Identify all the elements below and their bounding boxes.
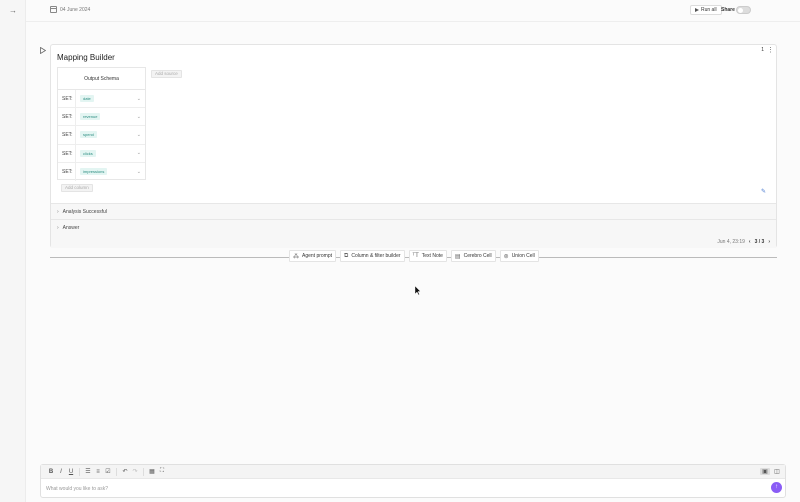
- chevron-right-icon: ›: [57, 208, 59, 215]
- column-filter-builder-button[interactable]: ⧉ Column & filter builder: [340, 250, 405, 262]
- mapping-builder-cell: Mapping Builder 1 ⋮ Output Schema SET: d…: [50, 44, 777, 248]
- set-label: SET:: [58, 162, 76, 181]
- toolbar-divider: [116, 467, 117, 476]
- add-label: Agent prompt: [302, 253, 333, 259]
- union-cell-button[interactable]: ⊚ Union Cell: [499, 250, 539, 262]
- add-label: Union Cell: [511, 253, 535, 259]
- prev-answer-icon[interactable]: ‹: [749, 239, 751, 245]
- undo-icon[interactable]: ↶: [120, 468, 130, 475]
- field-tag: spend: [80, 131, 97, 139]
- edit-pencil-icon[interactable]: ✎: [761, 188, 766, 195]
- field-select[interactable]: clicks ⌄: [76, 149, 145, 157]
- bold-icon[interactable]: B: [46, 469, 56, 475]
- cell-number: 1: [761, 47, 764, 53]
- checklist-icon[interactable]: ☑: [103, 468, 113, 475]
- italic-icon[interactable]: I: [56, 469, 66, 475]
- analysis-section[interactable]: › Analysis Successful: [51, 203, 776, 219]
- run-all-button[interactable]: Run all: [690, 5, 722, 15]
- toolbar-divider: [143, 467, 144, 476]
- set-label: SET:: [58, 108, 76, 126]
- send-button[interactable]: ↑: [771, 482, 782, 493]
- chevron-down-icon: ⌄: [136, 95, 141, 102]
- cerebro-cell-button[interactable]: ▤ Cerebro Cell: [450, 250, 496, 262]
- chat-composer: B I U ☰ ≡ ☑ ↶ ↷ ▦ ⛶ ▣ ◫ What would you l…: [40, 464, 786, 498]
- left-rail: →: [0, 0, 26, 502]
- fullscreen-icon[interactable]: ⛶: [157, 468, 167, 475]
- text-note-button[interactable]: ᵀT Text Note: [408, 250, 447, 262]
- answer-meta: Jun 4, 23:19 ‹ 3 / 3 ›: [717, 239, 770, 245]
- run-cell-play-icon[interactable]: [40, 47, 46, 54]
- schema-row: SET: date ⌄: [58, 90, 145, 109]
- cell-title: Mapping Builder: [57, 53, 115, 62]
- schema-row: SET: clicks ⌄: [58, 144, 145, 163]
- mouse-cursor-icon: [415, 286, 421, 295]
- text-icon: ᵀT: [412, 253, 419, 259]
- answer-pager: 3 / 3: [754, 239, 765, 245]
- chevron-down-icon: ⌄: [136, 113, 141, 120]
- chevron-right-icon: ›: [57, 225, 59, 231]
- add-label: Text Note: [421, 253, 443, 259]
- toolbar-right: ▣ ◫: [760, 468, 785, 475]
- field-tag: revenue: [80, 113, 101, 121]
- share-toggle[interactable]: [736, 6, 751, 14]
- cerebro-icon: ▤: [454, 253, 461, 260]
- schema-row: SET: impressions ⌄: [58, 162, 145, 181]
- field-tag: clicks: [80, 149, 96, 157]
- composer-toolbar: B I U ☰ ≡ ☑ ↶ ↷ ▦ ⛶ ▣ ◫: [41, 465, 785, 479]
- layout-a-icon[interactable]: ▣: [760, 468, 770, 475]
- agent-icon: ⁂: [293, 253, 299, 260]
- chevron-down-icon: ⌄: [136, 131, 141, 138]
- chevron-down-icon: ⌄: [136, 150, 141, 157]
- date-text: 04 June 2024: [60, 6, 91, 13]
- toolbar-divider: [79, 467, 80, 476]
- add-cell-bar: ⁂ Agent prompt ⧉ Column & filter builder…: [289, 250, 539, 262]
- field-tag: impressions: [80, 168, 108, 176]
- date-display: 04 June 2024: [50, 6, 90, 13]
- answer-section[interactable]: › Answer Jun 4, 23:19 ‹ 3 / 3 ›: [51, 219, 776, 248]
- prompt-input[interactable]: What would you like to ask?: [46, 486, 108, 492]
- schema-row: SET: revenue ⌄: [58, 108, 145, 127]
- redo-icon[interactable]: ↷: [130, 468, 140, 475]
- section-label: Answer: [62, 225, 80, 231]
- field-select[interactable]: revenue ⌄: [76, 113, 145, 121]
- top-bar: 04 June 2024: [26, 0, 800, 22]
- table-icon[interactable]: ▦: [147, 468, 157, 475]
- add-column-button[interactable]: Add column: [61, 184, 93, 192]
- next-answer-icon[interactable]: ›: [768, 239, 770, 245]
- play-icon: [695, 8, 699, 12]
- answer-timestamp: Jun 4, 23:19: [717, 239, 745, 245]
- field-select[interactable]: spend ⌄: [76, 131, 145, 139]
- union-icon: ⊚: [503, 253, 509, 260]
- underline-icon[interactable]: U: [66, 469, 76, 475]
- calendar-icon: [50, 6, 57, 13]
- add-label: Cerebro Cell: [463, 253, 492, 259]
- numbered-list-icon[interactable]: ≡: [93, 469, 103, 475]
- set-label: SET:: [58, 144, 76, 162]
- play-outline-icon: [40, 47, 46, 54]
- add-source-button[interactable]: Add source: [151, 70, 182, 78]
- share-label: Share: [721, 7, 735, 13]
- field-select[interactable]: date ⌄: [76, 95, 145, 103]
- section-label: Analysis Successful: [62, 208, 107, 215]
- set-label: SET:: [58, 90, 76, 108]
- field-tag: date: [80, 95, 94, 103]
- schema-row: SET: spend ⌄: [58, 126, 145, 145]
- add-label: Column & filter builder: [351, 253, 401, 259]
- expand-arrow-icon[interactable]: →: [8, 6, 18, 16]
- bullet-list-icon[interactable]: ☰: [83, 468, 93, 475]
- kebab-menu-icon[interactable]: ⋮: [767, 46, 774, 54]
- output-schema-table: Output Schema SET: date ⌄ SET: revenue ⌄…: [57, 67, 146, 181]
- chevron-down-icon: ⌄: [136, 168, 141, 175]
- layout-b-icon[interactable]: ◫: [772, 468, 782, 475]
- run-all-label: Run all: [701, 7, 717, 13]
- schema-header: Output Schema: [58, 68, 145, 90]
- set-label: SET:: [58, 126, 76, 144]
- field-select[interactable]: impressions ⌄: [76, 168, 145, 176]
- filter-icon: ⧉: [344, 252, 349, 259]
- agent-prompt-button[interactable]: ⁂ Agent prompt: [289, 250, 337, 262]
